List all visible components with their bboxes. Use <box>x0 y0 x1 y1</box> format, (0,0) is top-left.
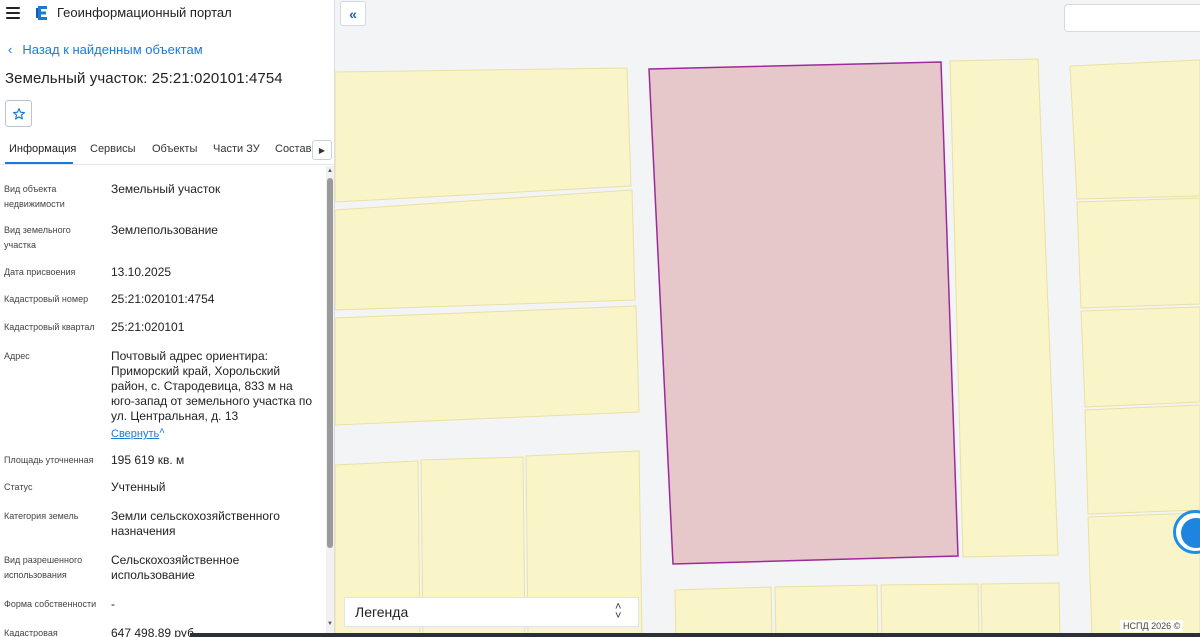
map-parcel <box>1076 197 1200 309</box>
collapse-address-link[interactable]: Свернуть <box>111 428 159 440</box>
map-canvas[interactable] <box>335 0 1200 637</box>
info-value: Земли сельскохозяйственного назначения <box>111 509 280 538</box>
star-icon <box>12 107 25 120</box>
chevron-left-icon: ‹ <box>8 42 13 57</box>
tab-objects[interactable]: Объекты <box>152 143 197 155</box>
info-value: Земельный участок <box>111 182 221 196</box>
info-value: - <box>111 597 115 611</box>
portal-title[interactable]: Геоинформационный портал <box>57 5 232 20</box>
menu-icon[interactable] <box>6 7 20 19</box>
selected-parcel <box>648 61 959 565</box>
double-chevron-left-icon: « <box>349 5 357 22</box>
back-to-results-link[interactable]: ‹ Назад к найденным объектам <box>8 42 203 58</box>
chevron-up-icon[interactable]: ˄ <box>159 426 165 437</box>
scroll-up-icon[interactable]: ▲ <box>326 168 334 174</box>
tab-information[interactable]: Информация <box>9 143 76 155</box>
info-label: Кадастровый номер <box>4 294 89 304</box>
map-parcel <box>949 58 1059 558</box>
info-value: 195 619 кв. м <box>111 453 185 467</box>
map-parcel <box>1080 306 1200 408</box>
map-search-input[interactable] <box>1064 4 1200 32</box>
tab-composition[interactable]: Состав <box>275 143 311 155</box>
tab-parcel-parts[interactable]: Части ЗУ <box>213 143 260 155</box>
info-label: Дата присвоения <box>4 267 76 277</box>
collapse-panel-button[interactable]: « <box>340 1 366 26</box>
info-scrollbar[interactable]: ▲ ▼ <box>326 166 334 637</box>
tabs-bar: Информация Сервисы Объекты Части ЗУ Сост… <box>0 138 334 165</box>
map-parcel <box>1084 404 1200 515</box>
top-bar: Геоинформационный портал <box>0 0 334 28</box>
side-panel: Геоинформационный портал ‹ Назад к найде… <box>0 0 335 637</box>
back-to-results-label: Назад к найденным объектам <box>22 42 203 57</box>
info-label: Площадь уточненная <box>4 455 94 465</box>
scroll-down-icon[interactable]: ▼ <box>326 621 334 627</box>
map-copyright: НСПД 2026 © <box>1120 620 1184 632</box>
info-label: Вид земельного участка <box>4 225 71 250</box>
expand-collapse-icon: ˄ ˅ <box>615 601 622 622</box>
map-parcel <box>335 189 636 311</box>
map-parcel <box>774 584 879 637</box>
caret-right-icon: ▶ <box>318 145 326 155</box>
active-tab-indicator <box>5 162 73 164</box>
map-parcel <box>1069 59 1200 200</box>
info-value: 25:21:020101:4754 <box>111 292 215 306</box>
map-parcel <box>880 583 980 637</box>
tabs-scroll-right-button[interactable]: ▶ <box>312 140 332 160</box>
info-value: Сельскохозяйственное использование <box>111 553 240 582</box>
info-value: 13.10.2025 <box>111 265 172 279</box>
info-label: Категория земель <box>4 511 79 521</box>
info-label: Вид разрешенного использования <box>4 555 83 580</box>
legend-toggle[interactable]: Легенда ˄ ˅ <box>344 597 639 627</box>
info-label: Кадастровый квартал <box>4 322 95 332</box>
info-value: Учтенный <box>111 480 166 494</box>
legend-label: Легенда <box>355 604 409 620</box>
info-label: Кадастровая <box>4 628 58 637</box>
info-label: Вид объекта недвижимости <box>4 184 65 209</box>
map-view[interactable]: « Легенда ˄ ˅ НСПД 2026 © <box>335 0 1200 637</box>
info-label: Статус <box>4 482 33 492</box>
taskbar-edge <box>190 633 1200 637</box>
object-title: Земельный участок: 25:21:020101:4754 <box>5 70 283 87</box>
info-value: 25:21:020101 <box>111 320 185 334</box>
scrollbar-thumb[interactable] <box>327 178 333 548</box>
info-label: Адрес <box>4 351 30 361</box>
favorite-button[interactable] <box>5 100 32 127</box>
tab-services[interactable]: Сервисы <box>90 143 136 155</box>
map-parcel <box>335 67 632 203</box>
map-parcel <box>335 305 640 426</box>
layers-icon <box>1181 518 1200 548</box>
info-value: Землепользование <box>111 223 218 237</box>
info-list: Вид объекта недвижимости Земельный участ… <box>0 176 326 637</box>
address-value: Почтовый адрес ориентира: Приморский кра… <box>111 349 313 423</box>
portal-logo-icon <box>36 6 47 20</box>
map-parcel <box>980 582 1061 637</box>
info-label: Форма собственности <box>4 599 97 609</box>
map-parcel <box>674 586 773 637</box>
